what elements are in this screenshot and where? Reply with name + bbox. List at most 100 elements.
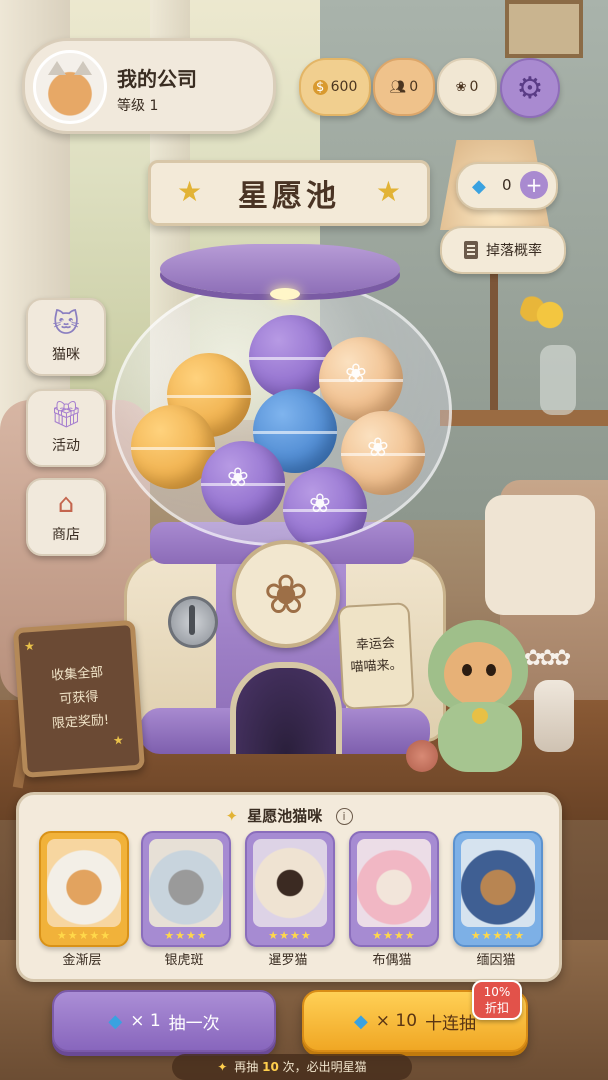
cat-card-maine-coon[interactable]: ★★★★★	[453, 831, 543, 947]
star-rating: ★★★★★	[56, 929, 112, 942]
star-icon: ★	[23, 638, 36, 654]
cat-card-ragdoll[interactable]: ★★★★	[349, 831, 439, 947]
plush-eye	[462, 664, 472, 676]
pity-prefix: 再抽	[234, 1060, 259, 1074]
paw-counter[interactable]: ❀ 0	[437, 58, 497, 116]
paw-print-icon: ❀	[309, 489, 331, 519]
page-title-plate: ★ 星愿池 ★	[148, 160, 430, 226]
cat-avatar-icon	[33, 50, 107, 124]
star-rating: ★★★★	[268, 929, 312, 942]
avatar-ear	[74, 61, 92, 75]
draw-once-cost: × 1	[130, 1011, 161, 1031]
profile-card[interactable]: 我的公司 等级 1	[22, 38, 276, 134]
coin-icon: $	[312, 79, 328, 95]
star-icon: ★	[177, 175, 203, 208]
machine-lid	[160, 244, 400, 294]
sign-line: 限定奖励!	[51, 712, 110, 732]
gem-counter: ◆ 0 +	[456, 162, 558, 210]
sparkle-icon: ✦	[225, 807, 239, 825]
discount-label: 折扣	[484, 1001, 509, 1015]
nav-shop-button[interactable]: ⌂ 商店	[26, 478, 106, 556]
staff-value: 0	[409, 79, 419, 95]
cat-portrait	[253, 839, 327, 927]
gift-icon: 🎁︎	[50, 400, 84, 430]
cat-name: 缅因猫	[476, 953, 516, 968]
nav-events-button[interactable]: 🎁︎ 活动	[26, 389, 106, 467]
star-icon: ★	[112, 732, 125, 748]
background-shelf	[440, 410, 608, 426]
draw-once-label: 抽一次	[168, 1013, 220, 1034]
cat-card-golden[interactable]: ★★★★★	[39, 831, 129, 947]
drop-rate-button[interactable]: 掉落概率	[440, 226, 566, 274]
capsule-ball: ❀	[283, 467, 367, 543]
flower-vase	[534, 680, 574, 752]
draw-ten-label: 十连抽	[425, 1013, 477, 1034]
people-icon: 👥︎	[389, 79, 407, 95]
paw-print-icon: ❀	[227, 463, 249, 493]
background-flowers	[520, 285, 580, 345]
machine-light	[270, 288, 300, 300]
sign-line: 收集全部	[50, 665, 104, 684]
sparkle-icon: ✦	[217, 1060, 228, 1074]
star-rating: ★★★★	[372, 929, 416, 942]
capsule-ball: ❀	[319, 337, 403, 421]
pity-suffix: 次，必出明星猫	[282, 1060, 367, 1074]
draw-once-button[interactable]: ◆ × 1 抽一次	[52, 990, 276, 1052]
background-picture-frame	[505, 0, 583, 58]
background-blanket	[485, 495, 595, 615]
discount-badge: 10% 折扣	[472, 980, 522, 1020]
settings-gear-icon[interactable]: ⚙	[500, 58, 560, 118]
cat-card-siamese[interactable]: ★★★★	[245, 831, 335, 947]
cat-portrait	[149, 839, 223, 927]
pity-counter: ✦ 再抽 10 次，必出明星猫	[172, 1054, 412, 1080]
coin-slot-knob[interactable]	[168, 596, 218, 648]
gem-value: 0	[502, 176, 512, 194]
document-icon	[464, 241, 478, 259]
nav-label: 商店	[52, 527, 80, 543]
company-name: 我的公司	[117, 67, 197, 91]
nav-label: 猫咪	[52, 347, 80, 363]
reward-sign: 收集全部 可获得 限定奖励! ★ ★	[12, 619, 146, 789]
capsule-ball: ❀	[201, 441, 285, 525]
star-rating: ★★★★	[164, 929, 208, 942]
diamond-icon: ◆	[472, 176, 486, 197]
tag-line: 喵喵来。	[350, 657, 403, 676]
capsule-globe[interactable]: ❀ ❀ ❀ ❀	[112, 278, 452, 546]
nav-label: 活动	[52, 438, 80, 454]
cat-name: 银虎斑	[164, 953, 204, 968]
avatar-ear	[48, 61, 66, 75]
paw-print-icon: ❀	[345, 359, 367, 389]
plush-face	[444, 642, 512, 706]
yarn-ball	[406, 740, 438, 772]
cat-portrait	[461, 839, 535, 927]
pool-cats-panel: ✦ 星愿池猫咪 i ★★★★★ 金渐层 ★★★★ 银虎斑 ★★★★ 暹罗猫 ★★…	[16, 792, 562, 982]
page-title: 星愿池	[238, 179, 340, 214]
cat-face-icon: 🐱︎	[52, 309, 80, 339]
paw-badge-icon: ❀	[232, 540, 340, 648]
background-vase	[540, 345, 576, 415]
coin-value: 600	[330, 79, 358, 95]
plush-cat-figure	[428, 620, 532, 780]
cat-portrait	[357, 839, 431, 927]
machine-hang-tag: 幸运会 喵喵来。	[337, 602, 415, 710]
cat-name: 金渐层	[62, 953, 102, 968]
nav-cats-button[interactable]: 🐱︎ 猫咪	[26, 298, 106, 376]
cat-name: 暹罗猫	[268, 953, 308, 968]
draw-ten-cost: × 10	[375, 1011, 418, 1031]
paw-value: 0	[469, 79, 479, 95]
tag-line: 幸运会	[355, 636, 396, 654]
sign-line: 可获得	[58, 689, 99, 708]
cat-card-silver-tabby[interactable]: ★★★★	[141, 831, 231, 947]
coin-counter[interactable]: $ 600	[299, 58, 371, 116]
info-icon[interactable]: i	[335, 808, 353, 825]
bell-icon	[472, 708, 488, 724]
cat-name: 布偶猫	[372, 953, 412, 968]
player-level: 等级 1	[117, 98, 159, 114]
star-icon: ★	[375, 175, 401, 208]
pity-count: 10	[262, 1060, 279, 1074]
capsule-outlet	[230, 662, 342, 754]
diamond-icon: ◆	[108, 1010, 123, 1032]
add-gems-button[interactable]: +	[520, 171, 548, 199]
staff-counter[interactable]: 👥︎ 0	[373, 58, 435, 116]
pool-header: ✦ 星愿池猫咪 i	[19, 805, 559, 826]
